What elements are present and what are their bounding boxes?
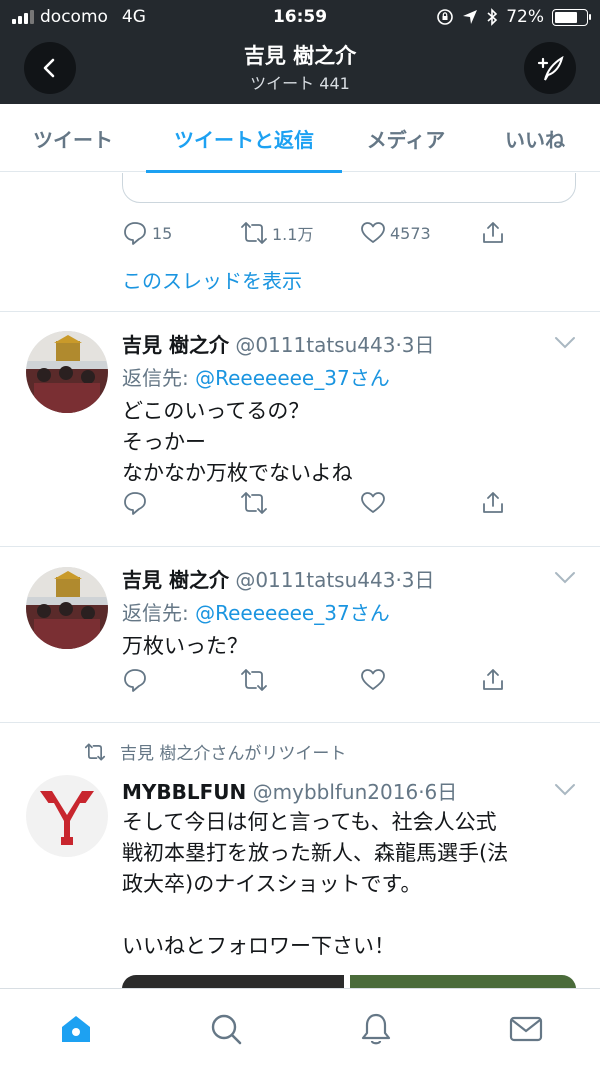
like-icon — [361, 492, 385, 513]
avatar-logo-image — [26, 775, 108, 857]
tweet-actions — [122, 490, 512, 520]
battery-icon — [552, 8, 591, 26]
tweet-item[interactable]: 吉見 樹之介さんがリツイート MYBBLFUN @mybblfun2016·6日… — [0, 723, 600, 988]
tab-likes[interactable]: いいね — [470, 104, 600, 172]
share-button[interactable] — [480, 220, 506, 246]
quoted-tweet-card[interactable] — [122, 173, 576, 203]
retweet-count: 1.1万 — [272, 225, 314, 244]
tweet-text: どこのいってるの？ そっかー なかなか万枚でないよね — [122, 399, 353, 485]
reply-to-link[interactable]: @Reeeeeee_37さん — [195, 601, 390, 625]
retweet-context: 吉見 樹之介さんがリツイート — [84, 739, 346, 764]
tweet-author-name[interactable]: MYBBLFUN — [122, 780, 246, 804]
nav-bar: 吉見 樹之介 ツイート 441 — [0, 34, 600, 104]
tab-tweets[interactable]: ツイート — [0, 104, 146, 172]
reply-to-label: 返信先: — [122, 366, 196, 390]
reply-icon — [124, 492, 146, 515]
location-icon — [463, 10, 478, 24]
tweet-actions — [122, 667, 512, 697]
avatar[interactable] — [26, 567, 108, 649]
like-icon — [361, 669, 385, 690]
share-icon — [483, 669, 503, 690]
tweet-author-handle[interactable]: @mybblfun2016 — [253, 780, 419, 804]
tweet-item[interactable]: 吉見 樹之介 @0111tatsu443·3日 返信先: @Reeeeeee_3… — [0, 312, 600, 546]
messages-icon — [509, 1016, 543, 1042]
profile-name-title: 吉見 樹之介 — [243, 44, 357, 68]
reply-icon — [124, 222, 146, 245]
status-bar: docomo 4G 16:59 72% — [0, 0, 600, 34]
show-thread-link[interactable]: このスレッドを表示 — [122, 265, 302, 294]
tweet-author-handle[interactable]: @0111tatsu443 — [235, 333, 395, 357]
search-icon — [211, 1014, 242, 1045]
messages-tab[interactable] — [506, 1009, 546, 1049]
compose-button[interactable] — [524, 42, 576, 94]
tweet-media-image[interactable] — [122, 975, 344, 988]
tweet-text: 万枚いった？ — [122, 634, 248, 658]
reply-to-link[interactable]: @Reeeeeee_37さん — [195, 366, 390, 390]
signal-icon — [12, 10, 34, 24]
compose-icon — [537, 55, 564, 81]
tweet-item[interactable]: 吉見 樹之介 @0111tatsu443·3日 返信先: @Reeeeeee_3… — [0, 547, 600, 722]
reply-to-label: 返信先: — [122, 601, 196, 625]
reply-button[interactable] — [122, 667, 148, 693]
timeline[interactable]: 15 1.1万 4573 このスレッドを表示 吉見 樹之介 @0111tatsu… — [0, 173, 600, 988]
chevron-down-icon[interactable] — [554, 336, 576, 350]
orientation-lock-icon — [437, 9, 454, 25]
reply-context: 返信先: @Reeeeeee_37さん — [122, 597, 390, 626]
carrier-label: docomo — [40, 7, 108, 27]
profile-tabs: ツイート ツイートと返信 メディア いいね — [0, 104, 600, 173]
share-icon — [483, 492, 503, 513]
tweet-time[interactable]: 6日 — [425, 780, 458, 804]
home-tab[interactable] — [56, 1009, 96, 1049]
chevron-down-icon[interactable] — [554, 783, 576, 797]
like-button[interactable] — [360, 490, 386, 516]
tweet-media-image[interactable] — [350, 975, 576, 988]
retweet-icon — [241, 222, 267, 244]
retweet-icon — [241, 669, 267, 691]
battery-fill — [555, 11, 577, 23]
reply-button[interactable] — [122, 490, 148, 516]
tab-tweets-and-replies[interactable]: ツイートと返信 — [146, 104, 342, 173]
tweet-text: そして今日は何と言っても、社会人公式 戦初本塁打を放った新人、森龍馬選手(法 政… — [122, 810, 509, 958]
avatar[interactable] — [26, 331, 108, 413]
retweet-icon — [84, 742, 106, 761]
retweet-icon — [241, 492, 267, 514]
network-label: 4G — [121, 7, 146, 27]
chevron-down-icon[interactable] — [554, 571, 576, 585]
retweet-button[interactable] — [240, 667, 268, 693]
bottom-tab-bar — [0, 988, 600, 1067]
tweet-time[interactable]: 3日 — [402, 333, 435, 357]
retweet-button[interactable] — [240, 490, 268, 516]
tweet-author-name[interactable]: 吉見 樹之介 — [122, 568, 229, 592]
like-button[interactable] — [360, 667, 386, 693]
tweet-count: ツイート 441 — [250, 74, 350, 93]
reply-count: 15 — [152, 223, 173, 243]
home-icon — [62, 1016, 90, 1042]
tweet-author-handle[interactable]: @0111tatsu443 — [235, 568, 395, 592]
tweet-author-name[interactable]: 吉見 樹之介 — [122, 333, 229, 357]
notifications-tab[interactable] — [356, 1009, 396, 1049]
tweet-time[interactable]: 3日 — [402, 568, 435, 592]
like-button[interactable]: 4573 — [360, 220, 431, 246]
tweet-actions: 15 1.1万 4573 — [122, 220, 512, 250]
profile-header: docomo 4G 16:59 72% 吉見 樹之介 ツイート 441 — [0, 0, 600, 104]
reply-context: 返信先: @Reeeeeee_37さん — [122, 362, 390, 391]
reply-icon — [124, 669, 146, 692]
avatar-image — [26, 331, 108, 413]
tab-media[interactable]: メディア — [342, 104, 470, 172]
bluetooth-icon — [487, 8, 498, 26]
notifications-icon — [361, 1013, 391, 1045]
avatar-image — [26, 567, 108, 649]
like-icon — [361, 222, 385, 243]
like-count: 4573 — [390, 223, 431, 243]
retweet-button[interactable]: 1.1万 — [240, 220, 313, 246]
battery-percent: 72% — [506, 7, 544, 27]
reply-button[interactable]: 15 — [122, 220, 172, 246]
search-tab[interactable] — [206, 1009, 246, 1049]
share-icon — [483, 222, 503, 243]
share-button[interactable] — [480, 667, 506, 693]
share-button[interactable] — [480, 490, 506, 516]
avatar[interactable] — [26, 775, 108, 857]
retweeted-by-label[interactable]: 吉見 樹之介さんがリツイート — [120, 739, 346, 764]
